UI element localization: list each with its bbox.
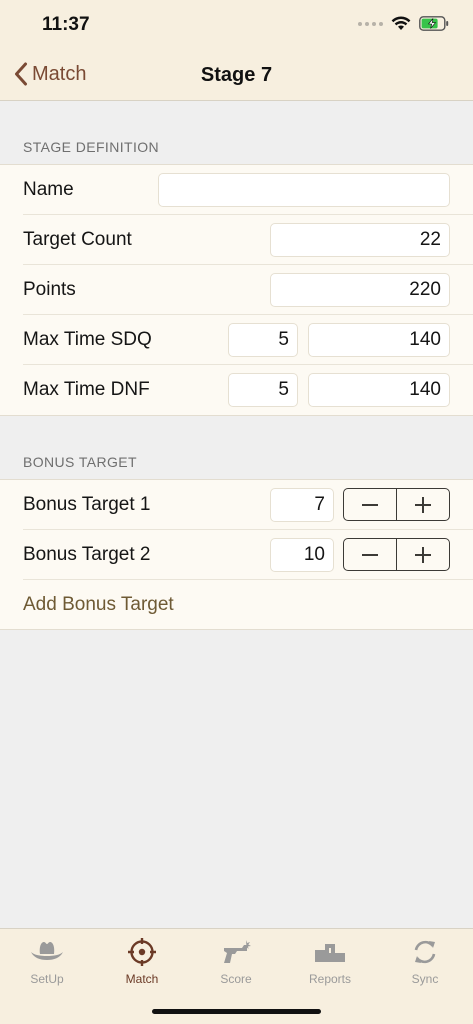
bonus-target-stepper [343, 538, 450, 571]
max-time-dnf-row: Max Time DNF 5 140 [0, 365, 473, 415]
stage-name-label: Name [23, 179, 74, 200]
bonus-target-value-input[interactable]: 7 [270, 488, 334, 522]
stage-name-input[interactable] [158, 173, 450, 207]
max-time-dnf-minutes-input[interactable]: 5 [228, 373, 298, 407]
stage-name-row: Name [0, 165, 473, 215]
max-time-sdq-label: Max Time SDQ [23, 329, 152, 350]
max-time-sdq-seconds-input[interactable]: 140 [308, 323, 450, 357]
home-indicator [152, 1009, 321, 1014]
max-time-dnf-label: Max Time DNF [23, 379, 150, 400]
plus-icon [415, 496, 432, 513]
tab-reports-label: Reports [308, 972, 352, 986]
tab-score[interactable]: Score [189, 937, 283, 986]
tab-setup[interactable]: SetUp [0, 937, 94, 986]
bonus-target-label: Bonus Target 1 [23, 494, 151, 515]
page-title: Stage 7 [200, 64, 273, 86]
tab-score-label: Score [220, 972, 252, 986]
tab-match[interactable]: Match [95, 937, 189, 986]
status-icons [358, 16, 449, 31]
bonus-target-label: Bonus Target 2 [23, 544, 151, 565]
minus-icon [361, 553, 378, 556]
section-header-bonus-target: BONUS TARGET [23, 454, 137, 470]
points-row: Points 220 [0, 265, 473, 315]
sync-icon [414, 940, 436, 964]
bonus-target-value-input[interactable]: 10 [270, 538, 334, 572]
decrement-button[interactable] [344, 489, 396, 520]
crosshair-icon [128, 938, 156, 966]
bonus-target-row: Bonus Target 2 10 [0, 530, 473, 580]
target-count-row: Target Count 22 [0, 215, 473, 265]
add-bonus-target-button[interactable]: Add Bonus Target [23, 594, 174, 616]
max-time-sdq-minutes-input[interactable]: 5 [228, 323, 298, 357]
cellular-signal-icon [358, 21, 383, 26]
tab-sync[interactable]: Sync [378, 937, 472, 986]
bonus-target-stepper [343, 488, 450, 521]
stage-definition-group: Name Target Count 22 Points 220 Max Time… [0, 164, 473, 416]
target-count-label: Target Count [23, 229, 132, 250]
tab-match-label: Match [125, 972, 159, 986]
points-label: Points [23, 279, 76, 300]
max-time-sdq-row: Max Time SDQ 5 140 [0, 315, 473, 365]
cowboy-hat-icon [31, 942, 63, 960]
increment-button[interactable] [397, 539, 449, 570]
bonus-target-row: Bonus Target 1 7 [0, 480, 473, 530]
increment-button[interactable] [397, 489, 449, 520]
target-count-input[interactable]: 22 [270, 223, 450, 257]
bonus-target-group: Bonus Target 1 7 Bonus Target 2 10 Add B… [0, 479, 473, 630]
battery-charging-icon [419, 16, 449, 31]
navigation-bar: 11:37 Match Stage 7 [0, 0, 473, 101]
points-input[interactable]: 220 [270, 273, 450, 307]
plus-icon [415, 546, 432, 563]
section-header-stage-definition: STAGE DEFINITION [23, 139, 160, 155]
tab-sync-label: Sync [411, 972, 439, 986]
tab-reports[interactable]: Reports [283, 937, 377, 986]
tab-setup-label: SetUp [30, 972, 64, 986]
add-bonus-target-row[interactable]: Add Bonus Target [0, 580, 473, 630]
podium-icon [315, 944, 345, 962]
decrement-button[interactable] [344, 539, 396, 570]
status-time: 11:37 [42, 14, 90, 35]
wifi-icon [391, 16, 411, 30]
minus-icon [361, 503, 378, 506]
revolver-icon [224, 940, 251, 963]
max-time-dnf-seconds-input[interactable]: 140 [308, 373, 450, 407]
